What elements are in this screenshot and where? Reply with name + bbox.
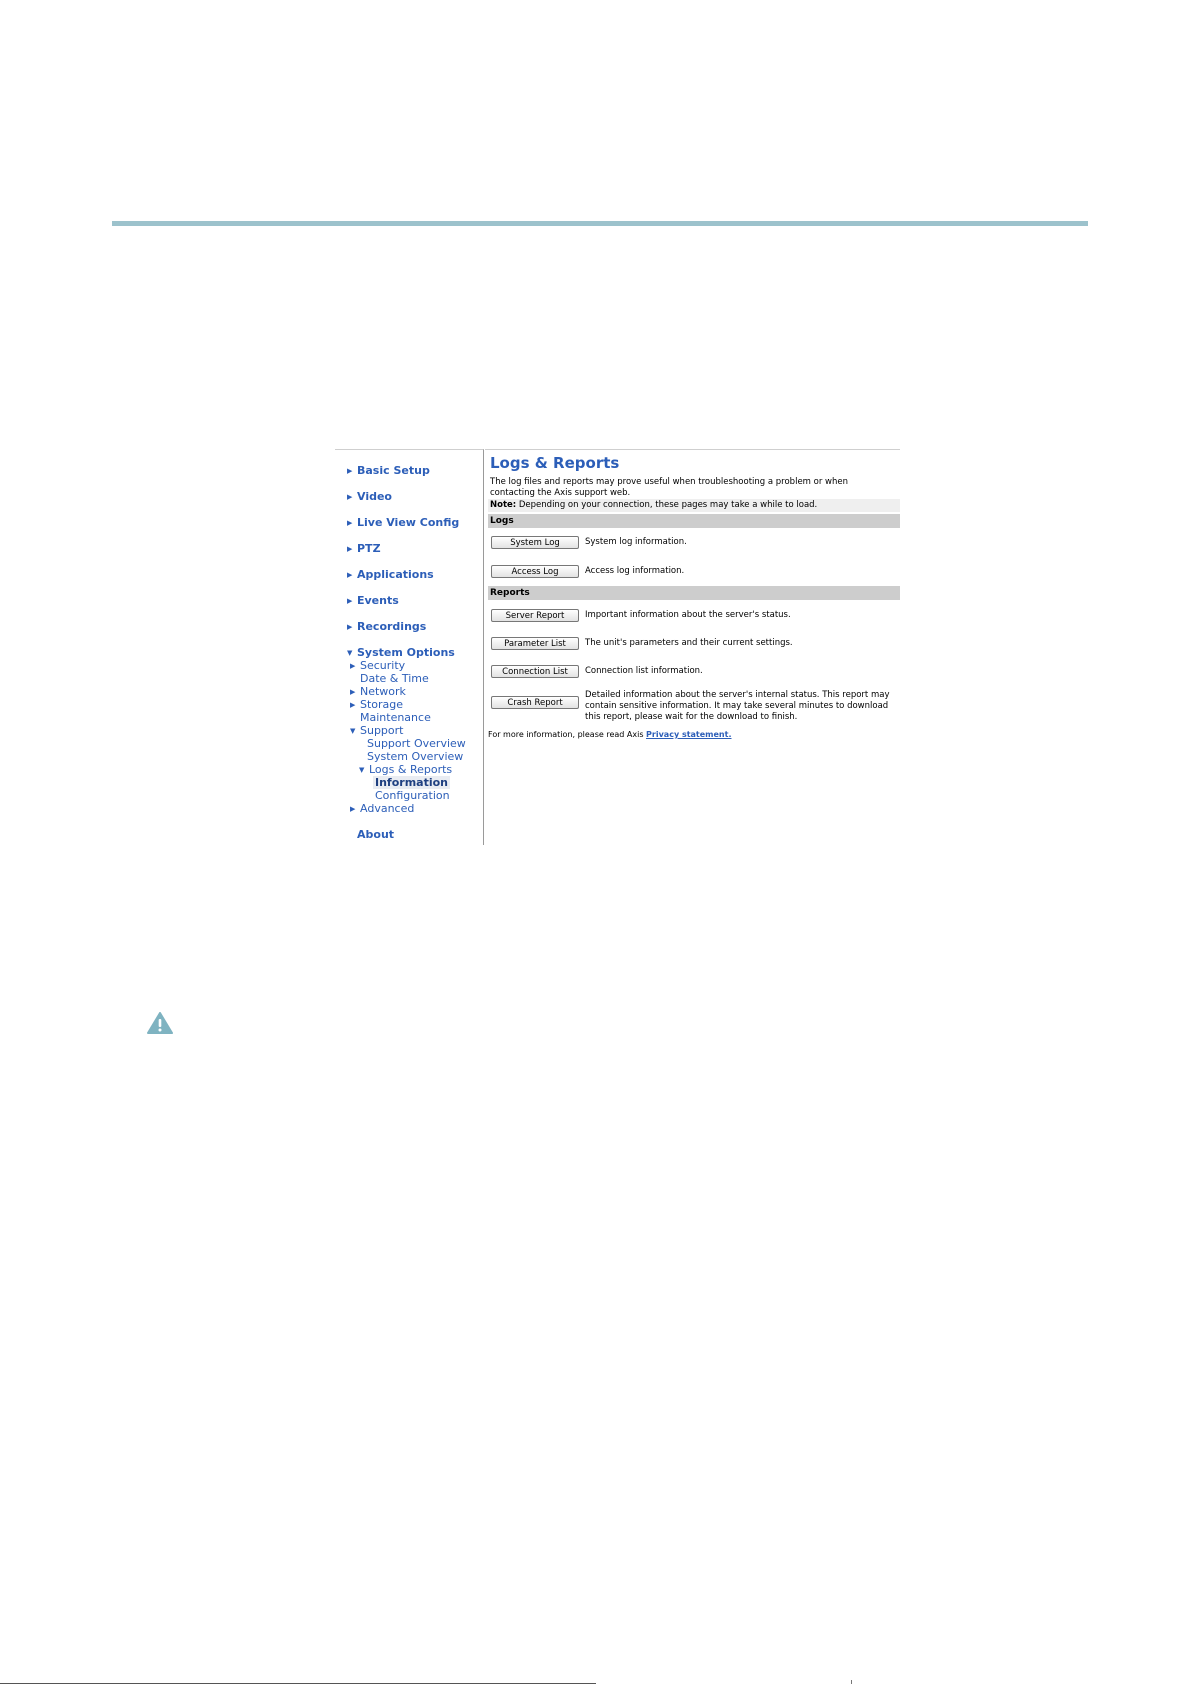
system-log-button[interactable]: System Log: [491, 536, 579, 549]
arrow-right-icon: ▶: [347, 519, 353, 527]
sidebar-item-recordings[interactable]: ▶ Recordings: [347, 620, 426, 633]
parameter-list-description: The unit's parameters and their current …: [585, 638, 793, 648]
privacy-statement-link[interactable]: Privacy statement.: [646, 730, 731, 739]
crash-report-description: Detailed information about the server's …: [585, 690, 890, 722]
footer-rule: [0, 1683, 596, 1684]
server-report-description: Important information about the server's…: [585, 610, 791, 620]
sidebar-item-about[interactable]: About: [357, 828, 394, 841]
screenshot-logs-reports: ▶ Basic Setup ▶ Video ▶ Live View Config ▶ P…: [335, 449, 900, 845]
sidebar-item-system-options[interactable]: ▼ System Options: [347, 646, 455, 659]
sidebar-item-storage[interactable]: ▶ Storage: [350, 698, 403, 711]
sidebar-item-support-overview[interactable]: Support Overview: [367, 737, 466, 750]
arrow-right-icon: ▶: [350, 805, 356, 813]
sidebar-item-system-overview[interactable]: System Overview: [367, 750, 463, 763]
arrow-down-icon: ▼: [359, 766, 365, 774]
sidebar-item-information[interactable]: Information: [373, 776, 450, 789]
connection-list-button[interactable]: Connection List: [491, 665, 579, 678]
section-header-logs: Logs: [488, 514, 900, 528]
sidebar-item-maintenance[interactable]: Maintenance: [360, 711, 431, 724]
warning-triangle-icon: [147, 1012, 173, 1034]
connection-list-description: Connection list information.: [585, 666, 703, 676]
note-bar: Note: Depending on your connection, thes…: [488, 499, 900, 512]
sidebar-item-basic-setup[interactable]: ▶ Basic Setup: [347, 464, 430, 477]
arrow-right-icon: ▶: [347, 545, 353, 553]
arrow-right-icon: ▶: [347, 623, 353, 631]
server-report-button[interactable]: Server Report: [491, 609, 579, 622]
parameter-list-button[interactable]: Parameter List: [491, 637, 579, 650]
arrow-right-icon: ▶: [347, 597, 353, 605]
access-log-button[interactable]: Access Log: [491, 565, 579, 578]
sidebar-item-advanced[interactable]: ▶ Advanced: [350, 802, 414, 815]
sidebar-item-logs-reports[interactable]: ▼ Logs & Reports: [359, 763, 452, 776]
system-log-description: System log information.: [585, 537, 687, 547]
sidebar-item-live-view-config[interactable]: ▶ Live View Config: [347, 516, 459, 529]
crash-report-button[interactable]: Crash Report: [491, 696, 579, 709]
sidebar-item-security[interactable]: ▶ Security: [350, 659, 405, 672]
page-title: Logs & Reports: [490, 454, 620, 472]
note-label: Note:: [490, 500, 517, 510]
arrow-right-icon: ▶: [350, 662, 356, 670]
access-log-description: Access log information.: [585, 566, 685, 576]
sidebar-item-configuration[interactable]: Configuration: [375, 789, 450, 802]
sidebar-item-network[interactable]: ▶ Network: [350, 685, 406, 698]
arrow-down-icon: ▼: [350, 727, 356, 735]
sidebar-item-support[interactable]: ▼ Support: [350, 724, 403, 737]
note-text: Depending on your connection, these page…: [516, 500, 818, 510]
arrow-right-icon: ▶: [350, 701, 356, 709]
arrow-right-icon: ▶: [347, 571, 353, 579]
sidebar-item-ptz[interactable]: ▶ PTZ: [347, 542, 381, 555]
arrow-right-icon: ▶: [350, 688, 356, 696]
header-rule: [112, 221, 1088, 226]
arrow-down-icon: ▼: [347, 649, 353, 657]
arrow-right-icon: ▶: [347, 493, 353, 501]
sidebar-item-date-time[interactable]: Date & Time: [360, 672, 429, 685]
sidebar-item-events[interactable]: ▶ Events: [347, 594, 399, 607]
footer-text: For more information, please read Axis P…: [488, 730, 732, 739]
content-panel: Logs & Reports The log files and reports…: [485, 449, 900, 845]
sidebar-item-applications[interactable]: ▶ Applications: [347, 568, 434, 581]
sidebar-item-video[interactable]: ▶ Video: [347, 490, 392, 503]
sidebar-nav: ▶ Basic Setup ▶ Video ▶ Live View Config ▶ P…: [335, 449, 484, 845]
arrow-right-icon: ▶: [347, 467, 353, 475]
footer-tick: [851, 1680, 852, 1684]
intro-text: The log files and reports may prove usef…: [490, 477, 849, 498]
section-header-reports: Reports: [488, 586, 900, 600]
